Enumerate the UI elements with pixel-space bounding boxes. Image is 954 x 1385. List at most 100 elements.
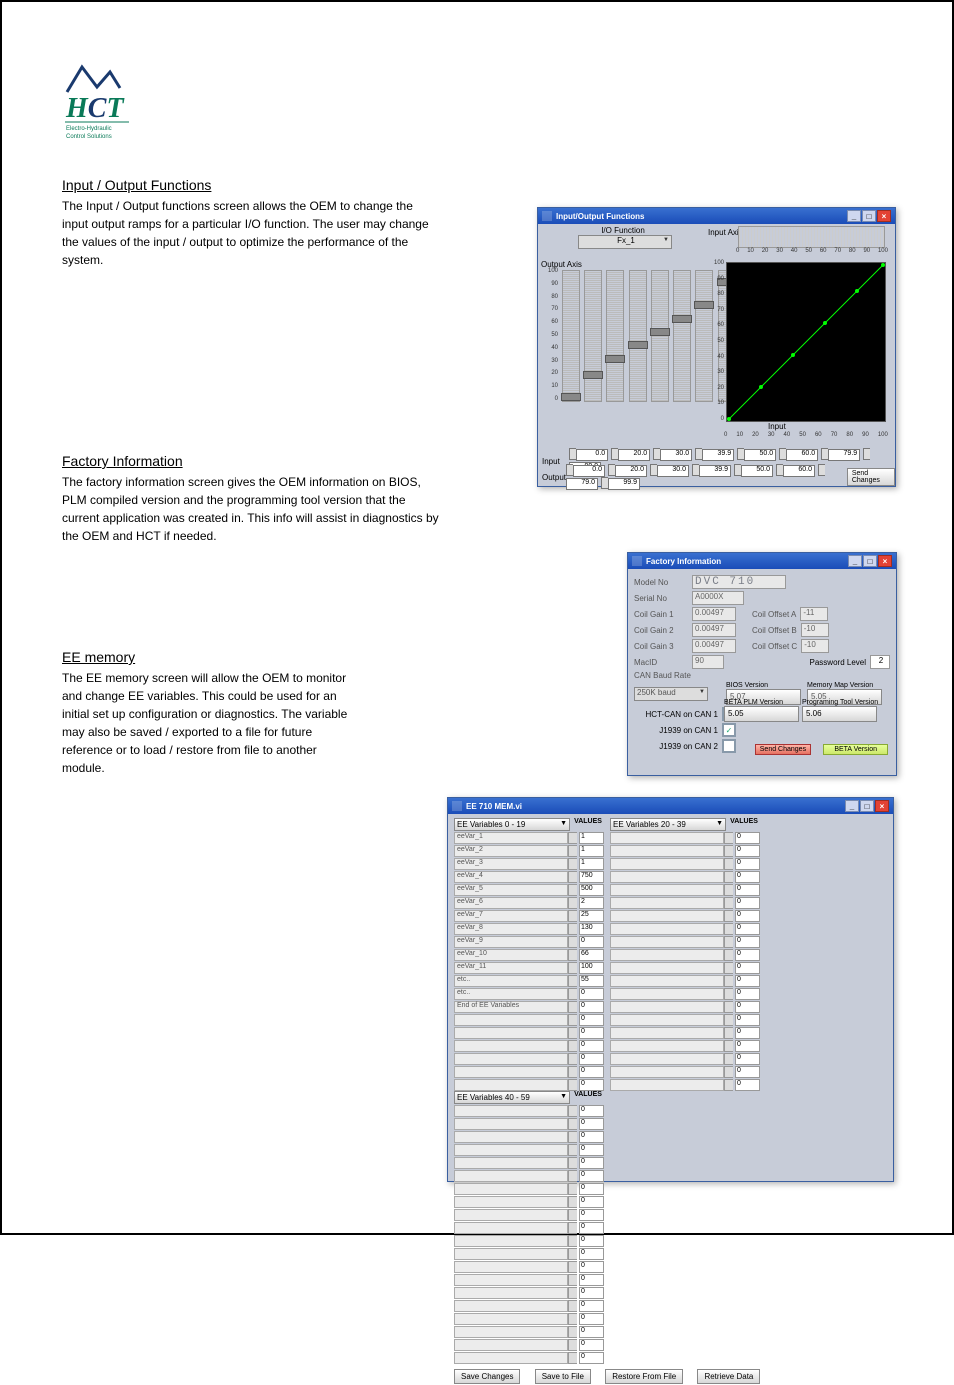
ee-var-value[interactable]: 0 — [579, 1326, 604, 1338]
ee-var-value[interactable]: 0 — [735, 1066, 760, 1078]
close-button[interactable]: × — [877, 210, 891, 222]
output-slider[interactable] — [562, 270, 580, 402]
ee-var-value[interactable]: 0 — [735, 988, 760, 1000]
ee-var-value[interactable]: 0 — [579, 1274, 604, 1286]
input-value-field[interactable]: 60.0 — [786, 449, 818, 461]
ee-var-value[interactable]: 0 — [579, 1196, 604, 1208]
minimize-button[interactable]: _ — [845, 800, 859, 812]
ee-var-value[interactable]: 2 — [579, 897, 604, 909]
ee-var-value[interactable]: 0 — [579, 1222, 604, 1234]
output-value-field[interactable]: 60.0 — [783, 465, 815, 477]
ee-var-value[interactable]: 0 — [579, 1170, 604, 1182]
output-value-field[interactable]: 30.0 — [657, 465, 689, 477]
ee-var-value[interactable]: 0 — [579, 1066, 604, 1078]
coil-gain-input[interactable]: 0.00497 — [692, 607, 736, 621]
can-option-checkbox[interactable] — [722, 739, 736, 753]
ee-var-value[interactable]: 0 — [735, 832, 760, 844]
ee-var-value[interactable]: 0 — [735, 1001, 760, 1013]
input-value-field[interactable]: 79.9 — [828, 449, 860, 461]
maximize-button[interactable]: □ — [860, 800, 874, 812]
ee-var-value[interactable]: 130 — [579, 923, 604, 935]
ee-var-value[interactable]: 1 — [579, 858, 604, 870]
save-changes-button[interactable]: Save Changes — [454, 1369, 520, 1384]
ee-var-value[interactable]: 0 — [735, 884, 760, 896]
close-button[interactable]: × — [875, 800, 889, 812]
ee-var-value[interactable]: 100 — [579, 962, 604, 974]
ee-var-value[interactable]: 0 — [579, 1079, 604, 1091]
coil-offset-input[interactable]: -10 — [801, 639, 829, 653]
retrieve-data-button[interactable]: Retrieve Data — [697, 1369, 760, 1384]
ee-var-value[interactable]: 0 — [579, 1183, 604, 1195]
ee-var-value[interactable]: 0 — [579, 1131, 604, 1143]
output-value-field[interactable]: 79.0 — [566, 478, 598, 490]
ee-var-value[interactable]: 0 — [579, 988, 604, 1000]
ee-column-select[interactable]: EE Variables 0 - 19 — [454, 818, 570, 831]
coil-gain-input[interactable]: 0.00497 — [692, 623, 736, 637]
output-slider[interactable] — [673, 270, 691, 402]
ee-var-value[interactable]: 0 — [735, 1027, 760, 1039]
ee-var-value[interactable]: 0 — [735, 1053, 760, 1065]
output-value-field[interactable]: 50.0 — [741, 465, 773, 477]
ee-var-value[interactable]: 0 — [579, 1040, 604, 1052]
ee-var-value[interactable]: 0 — [735, 1014, 760, 1026]
can-baud-select[interactable]: 250K baud — [634, 687, 708, 701]
ee-var-value[interactable]: 0 — [735, 910, 760, 922]
ee-var-value[interactable]: 0 — [579, 1287, 604, 1299]
output-slider[interactable] — [606, 270, 624, 402]
input-value-field[interactable]: 30.0 — [660, 449, 692, 461]
ee-var-value[interactable]: 0 — [579, 1118, 604, 1130]
output-value-field[interactable]: 39.9 — [699, 465, 731, 477]
io-function-select[interactable]: Fx_1 — [578, 235, 672, 249]
ee-var-value[interactable]: 750 — [579, 871, 604, 883]
output-value-field[interactable]: 0.0 — [573, 465, 605, 477]
ee-var-value[interactable]: 0 — [735, 949, 760, 961]
ee-var-value[interactable]: 0 — [735, 858, 760, 870]
ee-var-value[interactable]: 66 — [579, 949, 604, 961]
ee-var-value[interactable]: 0 — [579, 1300, 604, 1312]
ee-var-value[interactable]: 500 — [579, 884, 604, 896]
output-value-field[interactable]: 20.0 — [615, 465, 647, 477]
ee-var-value[interactable]: 0 — [579, 1248, 604, 1260]
macid-input[interactable]: 90 — [692, 655, 724, 669]
coil-gain-input[interactable]: 0.00497 — [692, 639, 736, 653]
ee-column-select[interactable]: EE Variables 20 - 39 — [610, 818, 726, 831]
ee-var-value[interactable]: 1 — [579, 832, 604, 844]
input-value-field[interactable]: 39.9 — [702, 449, 734, 461]
titlebar-ee[interactable]: EE 710 MEM.vi _ □ × — [448, 798, 893, 814]
ee-var-value[interactable]: 0 — [579, 1209, 604, 1221]
ee-var-value[interactable]: 0 — [735, 897, 760, 909]
ee-var-value[interactable]: 0 — [579, 1027, 604, 1039]
ee-var-value[interactable]: 0 — [579, 1352, 604, 1364]
ee-var-value[interactable]: 0 — [579, 1014, 604, 1026]
ee-var-value[interactable]: 0 — [579, 1105, 604, 1117]
ee-var-value[interactable]: 0 — [579, 936, 604, 948]
ee-var-value[interactable]: 0 — [579, 1053, 604, 1065]
beta-version-button[interactable]: BETA Version — [823, 744, 888, 755]
ee-var-value[interactable]: 0 — [579, 1313, 604, 1325]
ee-var-value[interactable]: 0 — [735, 975, 760, 987]
ee-var-value[interactable]: 0 — [735, 845, 760, 857]
restore-from-file-button[interactable]: Restore From File — [605, 1369, 683, 1384]
maximize-button[interactable]: □ — [862, 210, 876, 222]
output-slider[interactable] — [651, 270, 669, 402]
ee-var-value[interactable]: 0 — [579, 1339, 604, 1351]
ee-var-value[interactable]: 0 — [735, 962, 760, 974]
ee-var-value[interactable]: 0 — [735, 1079, 760, 1091]
ee-var-value[interactable]: 0 — [735, 871, 760, 883]
ee-var-value[interactable]: 1 — [579, 845, 604, 857]
coil-offset-input[interactable]: -10 — [801, 623, 829, 637]
titlebar-io[interactable]: Input/Output Functions _ □ × — [538, 208, 895, 224]
maximize-button[interactable]: □ — [863, 555, 877, 567]
ee-var-value[interactable]: 0 — [735, 936, 760, 948]
input-value-field[interactable]: 0.0 — [576, 449, 608, 461]
ee-var-value[interactable]: 25 — [579, 910, 604, 922]
minimize-button[interactable]: _ — [847, 210, 861, 222]
ee-column-select[interactable]: EE Variables 40 - 59 — [454, 1091, 570, 1104]
input-value-field[interactable]: 50.0 — [744, 449, 776, 461]
ee-var-value[interactable]: 0 — [579, 1261, 604, 1273]
can-option-checkbox[interactable]: ✓ — [722, 723, 736, 737]
ee-var-value[interactable]: 0 — [579, 1144, 604, 1156]
output-slider[interactable] — [629, 270, 647, 402]
close-button[interactable]: × — [878, 555, 892, 567]
save-to-file-button[interactable]: Save to File — [535, 1369, 591, 1384]
